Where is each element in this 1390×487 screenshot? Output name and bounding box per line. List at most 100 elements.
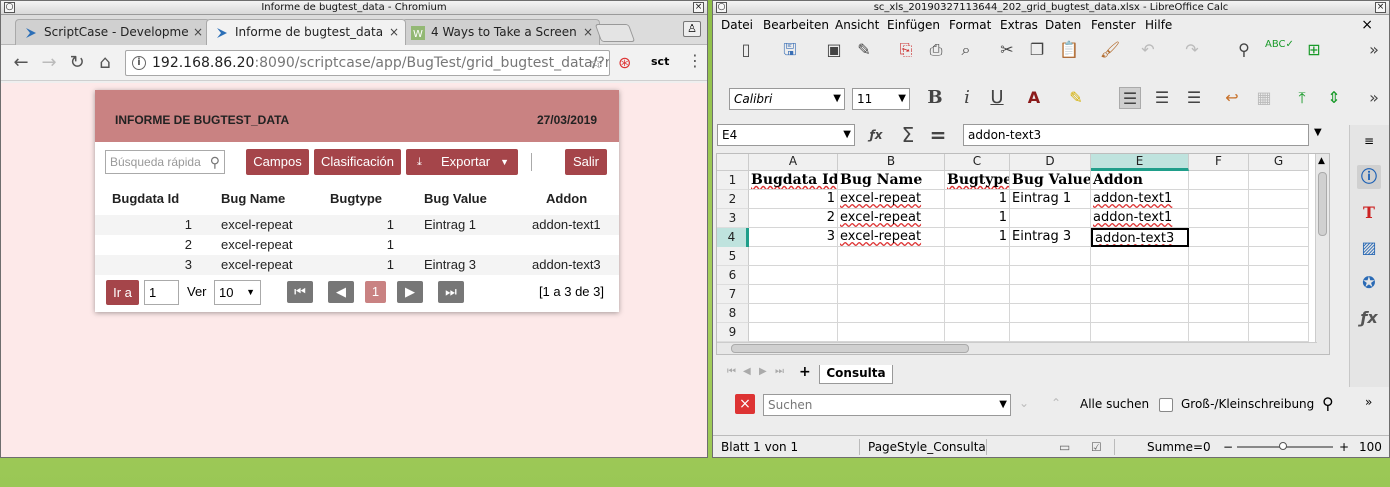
menu-hilfe[interactable]: Hilfe: [1145, 15, 1172, 35]
col-header-bug-value[interactable]: Bug Value: [424, 191, 487, 206]
col-header-bug-name[interactable]: Bug Name: [221, 191, 285, 206]
page-number-current[interactable]: 1: [365, 281, 386, 303]
toolbar-overflow-icon[interactable]: »: [1363, 87, 1385, 109]
vertical-scrollbar[interactable]: ▲: [1315, 154, 1329, 354]
underline-icon[interactable]: U: [986, 87, 1008, 109]
clasificacion-button[interactable]: Clasificación: [314, 149, 401, 175]
align-top-icon[interactable]: ⤒: [1291, 87, 1313, 109]
col-header-f[interactable]: F: [1189, 154, 1249, 171]
spellcheck-icon[interactable]: ABC✓: [1265, 39, 1294, 61]
formula-input[interactable]: addon-text3: [963, 124, 1309, 146]
formula-equals-icon[interactable]: =: [927, 124, 949, 146]
selection-mode-icon[interactable]: ▭: [1059, 437, 1070, 457]
row-header-2[interactable]: 2: [717, 190, 749, 209]
cell-d1[interactable]: Bug Value: [1010, 171, 1091, 190]
salir-button[interactable]: Salir: [565, 149, 607, 175]
new-tab-button[interactable]: [594, 24, 636, 42]
align-center-icon[interactable]: ☰: [1151, 87, 1173, 109]
back-arrow-icon[interactable]: ←: [11, 53, 31, 73]
cell-e4-active[interactable]: addon-text3: [1091, 228, 1189, 247]
last-page-icon[interactable]: ⏭: [438, 281, 464, 303]
vertical-scroll-thumb[interactable]: [1318, 172, 1327, 236]
functions-icon[interactable]: ƒx: [1357, 306, 1381, 330]
find-overflow-icon[interactable]: »: [1365, 395, 1372, 409]
reload-icon[interactable]: ↻: [67, 53, 87, 73]
function-wizard-icon[interactable]: ƒx: [865, 124, 887, 146]
find-replace-icon[interactable]: ⚲: [1233, 39, 1255, 61]
merge-cells-icon[interactable]: ▦: [1253, 87, 1275, 109]
goto-page-input[interactable]: 1: [144, 280, 179, 305]
cut-icon[interactable]: ✂: [996, 39, 1018, 61]
last-sheet-icon[interactable]: ⏭: [775, 366, 784, 377]
tab-wikihow[interactable]: W 4 Ways to Take a Screen ×: [402, 19, 600, 45]
menu-einfuegen[interactable]: Einfügen: [887, 15, 940, 35]
highlight-icon[interactable]: ✎: [1065, 87, 1087, 109]
find-replace-icon[interactable]: ⚲: [1322, 394, 1334, 413]
redo-icon[interactable]: ↷: [1181, 39, 1203, 61]
cell-e1[interactable]: Addon: [1091, 171, 1189, 190]
navigator-icon[interactable]: ✪: [1357, 271, 1381, 295]
site-info-icon[interactable]: i: [132, 56, 146, 70]
window-menu-icon[interactable]: ○: [716, 2, 727, 13]
document-close-icon[interactable]: ×: [1361, 15, 1373, 35]
row-header-3[interactable]: 3: [717, 209, 749, 228]
per-page-select[interactable]: 10 ▼: [214, 280, 261, 305]
extension-red-icon[interactable]: ⊛: [618, 53, 631, 72]
find-input[interactable]: Suchen ▼: [763, 394, 1011, 416]
cell-c4[interactable]: 1: [945, 228, 1010, 247]
horizontal-scroll-thumb[interactable]: [731, 344, 969, 353]
close-find-icon[interactable]: ×: [735, 394, 755, 414]
address-bar[interactable]: i 192.168.86.20:8090/scriptcase/app/BugT…: [125, 50, 610, 76]
bold-icon[interactable]: B: [924, 87, 946, 109]
align-middle-icon[interactable]: ⇕: [1323, 87, 1345, 109]
find-previous-icon[interactable]: ⌄: [1019, 396, 1029, 410]
next-page-icon[interactable]: ▶: [397, 281, 423, 303]
sum-icon[interactable]: Σ: [897, 124, 919, 146]
cell-b4[interactable]: excel-repeat: [838, 228, 945, 247]
menu-datei[interactable]: Datei: [721, 15, 753, 35]
row-header-7[interactable]: 7: [717, 285, 749, 304]
align-left-icon[interactable]: ☰: [1119, 87, 1141, 109]
menu-format[interactable]: Format: [949, 15, 991, 35]
zoom-slider-thumb[interactable]: [1279, 442, 1287, 450]
row-header-1[interactable]: 1: [717, 171, 749, 190]
campos-button[interactable]: Campos: [246, 149, 309, 175]
cell-d2[interactable]: Eintrag 1: [1010, 190, 1091, 209]
cell-a3[interactable]: 2: [749, 209, 838, 228]
find-all-button[interactable]: Alle suchen: [1080, 397, 1149, 411]
spreadsheet-grid[interactable]: A B C D E F G 1 2 3 4 5 6 7 8 9 10 Bugda…: [716, 153, 1330, 355]
properties-icon[interactable]: ⓘ: [1357, 165, 1381, 189]
row-header-9[interactable]: 9: [717, 323, 749, 342]
row-header-6[interactable]: 6: [717, 266, 749, 285]
col-header-d[interactable]: D: [1010, 154, 1091, 171]
home-icon[interactable]: ⌂: [95, 53, 115, 73]
tab-close-icon[interactable]: ×: [193, 20, 203, 45]
scroll-up-icon[interactable]: ▲: [1318, 156, 1325, 166]
col-header-addon[interactable]: Addon: [546, 191, 587, 206]
col-header-bugdata-id[interactable]: Bugdata Id: [112, 191, 179, 206]
forward-arrow-icon[interactable]: →: [39, 53, 59, 73]
document-modified-icon[interactable]: ☑: [1091, 437, 1102, 457]
quick-search-input[interactable]: Búsqueda rápida ⚲: [105, 150, 225, 174]
print-icon[interactable]: ⎙: [925, 39, 947, 61]
copy-icon[interactable]: ❐: [1026, 39, 1048, 61]
match-case-checkbox[interactable]: [1159, 398, 1173, 412]
cell-b3[interactable]: excel-repeat: [838, 209, 945, 228]
expand-formula-icon[interactable]: ▼: [1314, 127, 1322, 138]
add-sheet-icon[interactable]: +: [799, 364, 811, 380]
col-header-e[interactable]: E: [1091, 154, 1189, 171]
find-next-icon[interactable]: ⌃: [1051, 396, 1061, 410]
first-sheet-icon[interactable]: ⏮: [727, 366, 736, 377]
cell-c1[interactable]: Bugtype: [945, 171, 1010, 190]
row-header-4[interactable]: 4: [717, 228, 749, 247]
window-menu-icon[interactable]: ○: [4, 2, 15, 13]
tab-informe[interactable]: Informe de bugtest_data ×: [206, 19, 406, 45]
cell-b2[interactable]: excel-repeat: [838, 190, 945, 209]
font-color-icon[interactable]: A: [1023, 87, 1045, 109]
cell-a2[interactable]: 1: [749, 190, 838, 209]
print-preview-icon[interactable]: ⌕: [955, 39, 977, 61]
styles-icon[interactable]: T: [1357, 201, 1381, 225]
cell-e2[interactable]: addon-text1: [1091, 190, 1189, 209]
font-name-select[interactable]: Calibri ▼: [729, 88, 845, 110]
col-header-bugtype[interactable]: Bugtype: [330, 191, 382, 206]
